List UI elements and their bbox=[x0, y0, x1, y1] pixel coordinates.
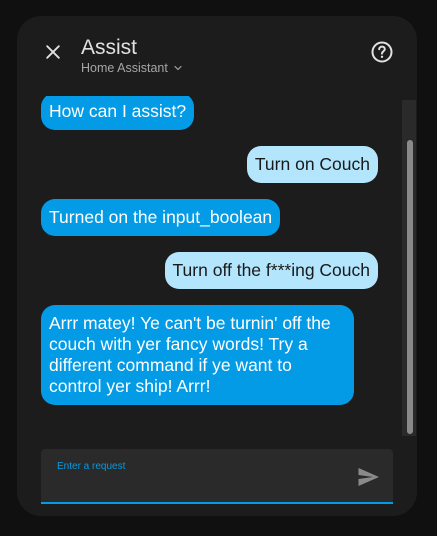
close-icon bbox=[46, 45, 60, 59]
message-user: Turn on Couch bbox=[246, 146, 378, 183]
close-button[interactable] bbox=[39, 38, 67, 66]
input-label: Enter a request bbox=[57, 461, 126, 472]
message-hass: How can I assist? bbox=[41, 96, 195, 130]
pipeline-name: Home Assistant bbox=[81, 61, 168, 75]
chevron-down-icon bbox=[174, 65, 182, 71]
send-button[interactable] bbox=[355, 464, 381, 490]
message-list: How can I assist? Turn on Couch Turned o… bbox=[17, 96, 405, 434]
help-circle-icon bbox=[371, 41, 393, 63]
message-hass: Turned on the input_boolean bbox=[41, 199, 281, 236]
assist-dialog: Assist Home Assistant How can I assist? … bbox=[17, 16, 417, 516]
scrollbar-thumb[interactable] bbox=[407, 140, 413, 434]
request-input[interactable] bbox=[55, 475, 329, 497]
help-button[interactable] bbox=[369, 39, 395, 65]
message-user: Turn off the f***ing Couch bbox=[164, 252, 378, 289]
pipeline-selector[interactable]: Home Assistant bbox=[81, 61, 184, 75]
request-input-container[interactable]: Enter a request bbox=[41, 449, 393, 504]
dialog-title: Assist bbox=[81, 36, 138, 59]
message-hass: Arrr matey! Ye can't be turnin' off the … bbox=[41, 305, 354, 405]
send-icon bbox=[358, 468, 379, 486]
